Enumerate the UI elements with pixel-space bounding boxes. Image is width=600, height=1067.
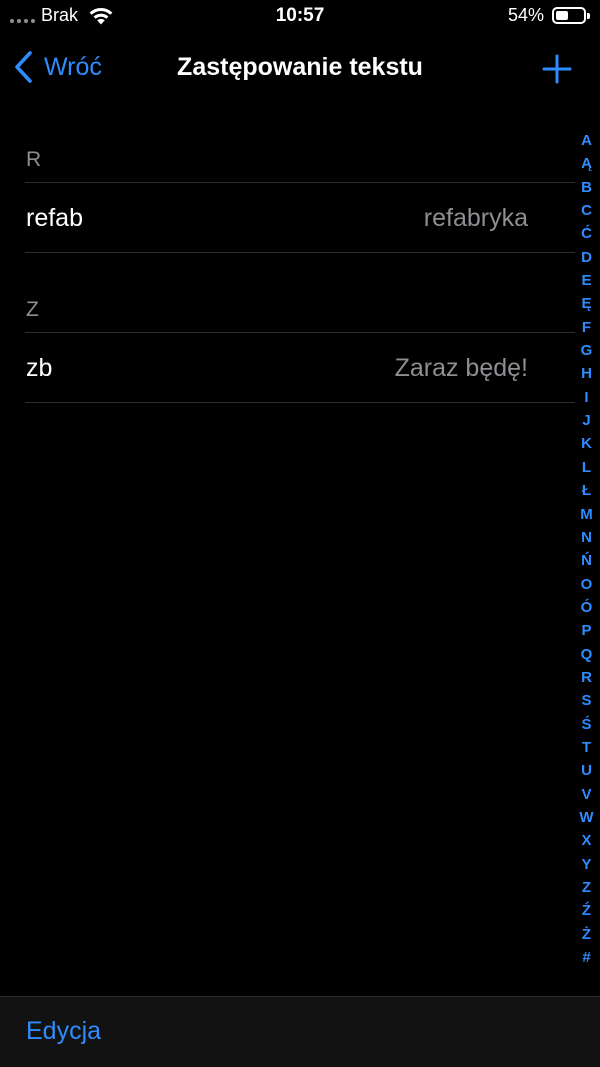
shortcut-phrase: zb — [26, 354, 53, 382]
index-letter[interactable]: C — [581, 199, 592, 222]
index-letter[interactable]: L — [582, 456, 591, 479]
divider — [25, 252, 575, 253]
index-letter[interactable]: Ń — [581, 549, 592, 572]
index-letter[interactable]: Ę — [581, 292, 591, 315]
section-index[interactable]: A Ą B C Ć D E Ę F G H I J K L Ł M N Ń O Ó P Q R S Ś T U V W X Y Z Ź Ż # — [579, 129, 594, 969]
index-letter[interactable]: I — [584, 386, 588, 409]
index-letter[interactable]: D — [581, 246, 592, 269]
divider — [25, 402, 575, 403]
battery-level-fill — [556, 11, 569, 20]
index-letter[interactable]: H — [581, 362, 592, 385]
index-letter[interactable]: Ą — [581, 152, 592, 175]
index-letter[interactable]: F — [582, 316, 591, 339]
index-letter[interactable]: Ż — [582, 923, 591, 946]
section-header-r: R — [26, 148, 42, 171]
shortcut-phrase: refab — [26, 204, 83, 232]
list-item-refab[interactable]: refab refabryka — [0, 183, 600, 253]
shortcut-expansion: Zaraz będę! — [394, 354, 528, 382]
index-letter[interactable]: Ó — [581, 596, 593, 619]
index-letter[interactable]: T — [582, 736, 591, 759]
index-letter[interactable]: V — [581, 783, 591, 806]
battery-icon — [552, 7, 590, 24]
index-letter[interactable]: Q — [581, 643, 593, 666]
plus-icon[interactable] — [542, 54, 572, 84]
status-bar: Brak 10:57 54% — [0, 0, 600, 34]
status-right: 54% — [507, 5, 590, 26]
index-letter[interactable]: E — [581, 269, 591, 292]
battery-cap — [587, 13, 590, 19]
index-letter[interactable]: X — [581, 829, 591, 852]
battery-percentage: 54% — [507, 5, 544, 25]
index-letter[interactable]: Y — [581, 853, 591, 876]
index-letter[interactable]: K — [581, 432, 592, 455]
index-letter[interactable]: G — [581, 339, 593, 362]
index-letter[interactable]: O — [581, 573, 593, 596]
navigation-bar: Wróć Zastępowanie tekstu — [0, 34, 600, 102]
back-button[interactable]: Wróć — [12, 50, 102, 84]
index-letter[interactable]: A — [581, 129, 592, 152]
section-header-z: Z — [26, 298, 39, 321]
index-letter[interactable]: Ł — [582, 479, 591, 502]
list-item-zb[interactable]: zb Zaraz będę! — [0, 333, 600, 403]
bottom-toolbar: Edycja — [0, 996, 600, 1067]
index-letter[interactable]: R — [581, 666, 592, 689]
index-letter[interactable]: # — [582, 946, 590, 969]
index-letter[interactable]: Z — [582, 876, 591, 899]
edit-button[interactable]: Edycja — [26, 1017, 101, 1046]
index-letter[interactable]: Ś — [581, 713, 591, 736]
index-letter[interactable]: U — [581, 759, 592, 782]
back-button-label: Wróć — [44, 52, 102, 81]
index-letter[interactable]: B — [581, 176, 592, 199]
index-letter[interactable]: P — [581, 619, 591, 642]
text-replacement-screen: Brak 10:57 54% Wróć Zastępowanie tekstu — [0, 0, 600, 1067]
shortcut-expansion: refabryka — [423, 204, 528, 232]
index-letter[interactable]: M — [580, 503, 593, 526]
index-letter[interactable]: N — [581, 526, 592, 549]
index-letter[interactable]: Ź — [582, 899, 591, 922]
index-letter[interactable]: W — [579, 806, 593, 829]
index-letter[interactable]: S — [581, 689, 591, 712]
chevron-left-icon — [15, 51, 32, 83]
index-letter[interactable]: J — [582, 409, 590, 432]
index-letter[interactable]: Ć — [581, 222, 592, 245]
